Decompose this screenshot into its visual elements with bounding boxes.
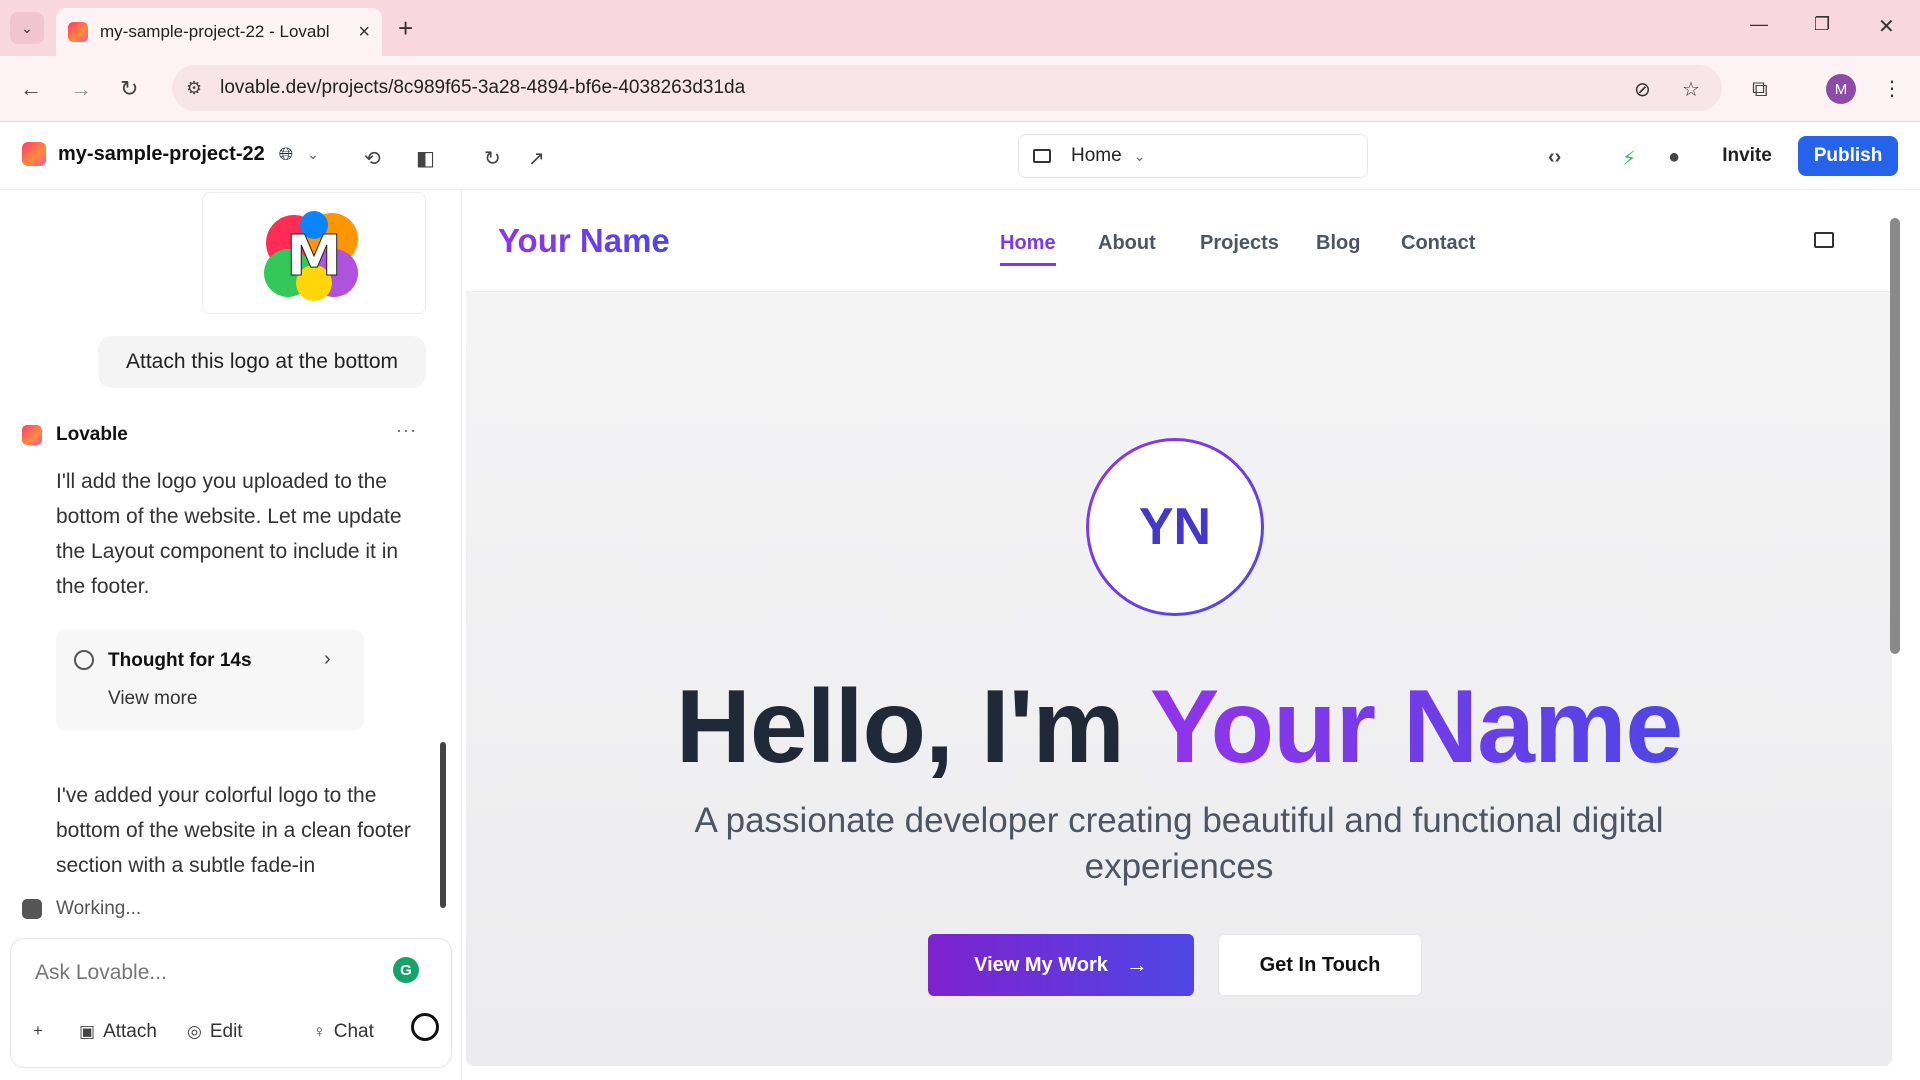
url-bar[interactable]: ⚙ lovable.dev/projects/8c989f65-3a28-489…	[172, 65, 1722, 111]
attach-label: Attach	[103, 1021, 157, 1042]
headline-plain: Hello, I'm	[675, 669, 1150, 785]
profile-avatar[interactable]: M	[1826, 74, 1856, 104]
window-close-icon[interactable]: ✕	[1878, 14, 1895, 39]
site-preview: Your Name Home About Projects Blog Conta…	[466, 192, 1892, 1066]
arrow-right-icon: →	[1125, 952, 1148, 977]
eye-off-icon[interactable]: ⊘	[1634, 77, 1651, 102]
reload-icon[interactable]: ↻	[120, 76, 138, 102]
edit-button[interactable]: ◎ Edit	[187, 1021, 243, 1043]
close-icon[interactable]: ×	[358, 21, 370, 44]
lovable-logo-icon	[22, 142, 46, 166]
chat-panel: M Attach this logo at the bottom Lovable…	[0, 190, 462, 1080]
sidebar-toggle-icon[interactable]: ◧	[416, 146, 435, 171]
monitor-icon[interactable]	[1814, 232, 1834, 248]
chat-mode-button[interactable]: ♀︎ Chat	[313, 1021, 374, 1043]
assistant-header: Lovable	[22, 424, 128, 446]
avatar: YN	[1086, 438, 1264, 616]
url-text[interactable]: lovable.dev/projects/8c989f65-3a28-4894-…	[220, 77, 745, 99]
chevron-down-icon: ⌄	[1133, 147, 1146, 164]
avatar-initials: YN	[1089, 441, 1261, 613]
thought-card[interactable]: Thought for 14s View more ›	[56, 630, 364, 730]
supabase-bolt-icon[interactable]: ⚡︎	[1622, 146, 1636, 171]
attach-button[interactable]: ▣ Attach	[79, 1021, 157, 1043]
view-my-work-button[interactable]: View My Work →	[928, 934, 1194, 996]
project-switcher[interactable]: my-sample-project-22 🌐︎ ⌄	[22, 142, 319, 166]
chat-label: Chat	[333, 1021, 374, 1042]
nav-link-about[interactable]: About	[1098, 232, 1156, 255]
site-navbar: Your Name Home About Projects Blog Conta…	[466, 192, 1892, 292]
project-name: my-sample-project-22	[58, 142, 265, 165]
target-icon: ◎	[187, 1022, 202, 1041]
minimize-icon[interactable]: —	[1750, 14, 1768, 35]
globe-icon: 🌐︎	[278, 143, 294, 164]
invite-button[interactable]: Invite	[1708, 136, 1786, 176]
lovable-favicon-icon	[68, 22, 88, 42]
globe-icon	[74, 650, 94, 670]
headline-highlight: Your Name	[1149, 669, 1683, 785]
view-my-work-label: View My Work	[974, 953, 1108, 976]
page-selector[interactable]: Home ⌄	[1018, 134, 1368, 178]
stop-button[interactable]	[411, 1013, 439, 1041]
app-top-bar: my-sample-project-22 🌐︎ ⌄ ⟲ ◧ ↻ ↗ Home ⌄…	[0, 122, 1920, 190]
browser-address-bar: ← → ↻ ⚙ lovable.dev/projects/8c989f65-3a…	[0, 56, 1920, 122]
browser-tab[interactable]: my-sample-project-22 - Lovabl ×	[56, 8, 382, 56]
code-icon[interactable]: ‹›	[1548, 146, 1561, 169]
chevron-down-icon[interactable]: ⌄	[307, 146, 319, 163]
uploaded-logo-image[interactable]: M	[202, 192, 426, 314]
lightbulb-icon: ♀︎	[313, 1022, 326, 1041]
history-icon[interactable]: ⟲	[364, 146, 381, 171]
user-message: Attach this logo at the bottom	[98, 336, 426, 388]
open-external-icon[interactable]: ↗	[528, 146, 545, 171]
tab-title: my-sample-project-22 - Lovabl	[100, 22, 330, 41]
svg-text:M: M	[286, 224, 342, 289]
assistant-name: Lovable	[56, 424, 128, 445]
image-icon: ▣	[79, 1022, 96, 1041]
refresh-preview-icon[interactable]: ↻	[484, 146, 501, 171]
browser-tab-bar: ⌄ my-sample-project-22 - Lovabl × + — ❐ …	[0, 0, 1920, 56]
assistant-message: I've added your colorful logo to the bot…	[56, 784, 411, 877]
plus-icon[interactable]: +	[33, 1021, 51, 1041]
star-icon[interactable]: ☆	[1682, 77, 1700, 102]
chat-composer: Ask Lovable... G + ▣ Attach ◎ Edit ♀︎ Ch…	[10, 938, 452, 1068]
tab-list-icon[interactable]: ⌄	[10, 12, 44, 44]
monitor-icon	[1033, 149, 1051, 163]
preview-scrollbar[interactable]	[1890, 218, 1900, 654]
status-text: Working...	[56, 898, 142, 919]
lovable-logo-icon	[22, 425, 42, 445]
nav-link-home[interactable]: Home	[1000, 232, 1056, 266]
working-status: Working...	[22, 898, 141, 920]
hero-subline: A passionate developer creating beautifu…	[694, 801, 1664, 886]
ask-input[interactable]: Ask Lovable...	[35, 961, 167, 985]
forward-icon[interactable]: →	[70, 76, 92, 102]
chevron-right-icon[interactable]: ›	[324, 648, 331, 671]
colorful-m-logo-icon: M	[264, 211, 358, 301]
page-selector-label: Home	[1071, 145, 1122, 166]
edit-label: Edit	[209, 1021, 243, 1042]
nav-link-blog[interactable]: Blog	[1316, 232, 1360, 255]
new-tab-icon[interactable]: +	[398, 14, 413, 42]
assistant-message: I'll add the logo you uploaded to the bo…	[56, 470, 402, 598]
thought-title: Thought for 14s	[108, 650, 252, 671]
more-options-icon[interactable]: ···	[396, 420, 417, 441]
kebab-menu-icon[interactable]: ⋮	[1882, 76, 1902, 101]
extensions-icon[interactable]: ⧉	[1752, 76, 1768, 102]
back-icon[interactable]: ←	[20, 76, 42, 102]
view-more-link[interactable]: View more	[108, 688, 197, 710]
publish-button[interactable]: Publish	[1798, 136, 1898, 176]
site-info-icon[interactable]: ⚙	[186, 78, 202, 99]
chat-scrollbar[interactable]	[440, 742, 446, 908]
restore-icon[interactable]: ❐	[1814, 14, 1830, 35]
site-brand[interactable]: Your Name	[498, 222, 670, 260]
nav-link-projects[interactable]: Projects	[1200, 232, 1279, 255]
hero-headline: Hello, I'm Your Name	[466, 668, 1892, 787]
grammarly-icon[interactable]: G	[393, 957, 419, 983]
get-in-touch-button[interactable]: Get In Touch	[1218, 934, 1422, 996]
nav-link-contact[interactable]: Contact	[1401, 232, 1475, 255]
lovable-logo-icon	[22, 899, 42, 919]
github-icon[interactable]: ●	[1668, 146, 1680, 169]
